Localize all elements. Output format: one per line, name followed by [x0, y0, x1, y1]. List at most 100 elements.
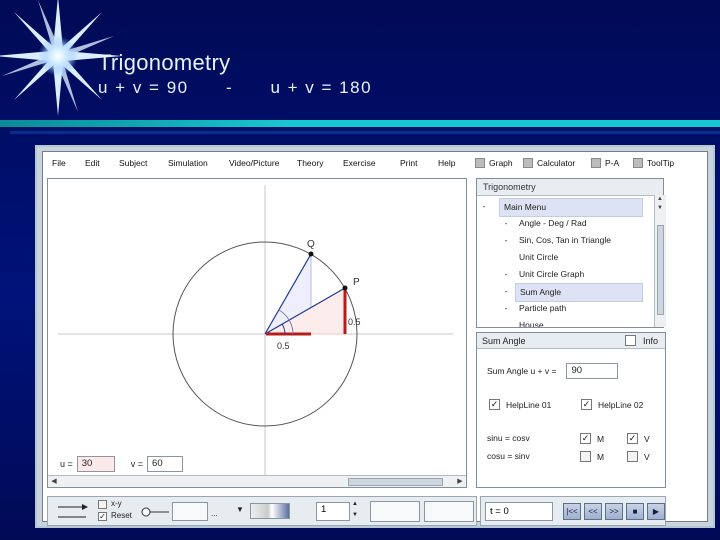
toggle-calculator-checkbox[interactable]	[523, 158, 533, 168]
value-display-1	[370, 501, 420, 522]
menu-print[interactable]: Print	[400, 152, 417, 174]
header-rule	[0, 120, 720, 127]
toggle-calculator[interactable]: Calculator	[523, 157, 575, 169]
stepper-down-icon[interactable]: ▼	[352, 512, 358, 518]
label-sin-value: 0.5	[348, 317, 361, 327]
eq1-m-toggle[interactable]: ✓ M	[580, 433, 604, 444]
list-item-angle[interactable]: - Angle - Deg / Rad	[477, 215, 663, 232]
graph-horizontal-scrollbar[interactable]: ◀ ▶	[48, 475, 466, 487]
list-item-dash: -	[504, 218, 508, 228]
playback-bar: t = 0 |<< << >> ■ ▶	[480, 496, 666, 526]
toggle-pa[interactable]: P-A	[591, 157, 619, 169]
topic-menu-list: Trigonometry - Main Menu - Angle - Deg /…	[476, 178, 664, 328]
list-item-main-menu[interactable]: - Main Menu	[477, 198, 663, 217]
list-item-unit-circle-graph[interactable]: - Unit Circle Graph	[477, 266, 663, 283]
menu-video-picture[interactable]: Video/Picture	[229, 152, 279, 174]
menu-help[interactable]: Help	[438, 152, 455, 174]
rewind-start-button[interactable]: |<<	[563, 503, 581, 520]
graph-panel: Q P 0.5 0.5 u = 30 v = 60 ◀ ▶	[47, 178, 467, 488]
step-forward-button[interactable]: >>	[605, 503, 623, 520]
menu-edit[interactable]: Edit	[85, 152, 100, 174]
helpline2-checkbox[interactable]: ✓	[581, 399, 592, 410]
uv-inputs: u = 30 v = 60	[60, 455, 184, 473]
app-content: File Edit Subject Simulation Video/Pictu…	[42, 151, 708, 526]
list-item-sin-cos-tan[interactable]: - Sin, Cos, Tan in Triangle	[477, 232, 663, 249]
list-item-label: House	[519, 320, 544, 328]
scroll-up-icon[interactable]: ▲	[655, 195, 665, 204]
scroll-left-icon[interactable]: ◀	[49, 477, 59, 487]
chevron-down-icon[interactable]: ▼	[236, 505, 244, 514]
point-q-label: Q	[307, 239, 315, 250]
info-checkbox[interactable]	[625, 335, 636, 346]
menu-file[interactable]: File	[52, 152, 66, 174]
eq1-v-toggle[interactable]: ✓ V	[627, 433, 650, 444]
eq2-label: cosu = sinv	[487, 451, 530, 461]
list-item-label: Unit Circle	[519, 252, 559, 262]
stepper-up-icon[interactable]: ▲	[352, 501, 358, 507]
slider-knob-icon[interactable]	[141, 505, 171, 519]
u-input[interactable]: 30	[76, 456, 115, 472]
list-item-sum-angle[interactable]: - Sum Angle	[477, 283, 663, 302]
helpline1-label: HelpLine 01	[506, 399, 552, 410]
toggle-tooltip[interactable]: ToolTip	[633, 157, 674, 169]
eq1-m-checkbox[interactable]: ✓	[580, 433, 591, 444]
value-display-2	[424, 501, 474, 522]
menu-exercise[interactable]: Exercise	[343, 152, 376, 174]
dots-label: ...	[211, 509, 218, 518]
eq2-m-checkbox[interactable]	[580, 451, 591, 462]
step-input[interactable]: 1	[316, 502, 350, 521]
scroll-thumb[interactable]	[657, 225, 664, 315]
list-item-house[interactable]: House	[477, 317, 663, 328]
list-item-dash: -	[504, 269, 508, 279]
menu-subject[interactable]: Subject	[119, 152, 147, 174]
menu-theory[interactable]: Theory	[297, 152, 323, 174]
panel-title: Sum Angle	[482, 336, 526, 346]
u-label: u =	[60, 459, 73, 469]
stop-button[interactable]: ■	[626, 503, 644, 520]
gradient-swatch[interactable]	[250, 503, 290, 519]
topic-menu-scrollbar[interactable]: ▲ ▼	[654, 195, 666, 327]
list-item-label: Particle path	[519, 303, 567, 313]
list-item-label: Angle - Deg / Rad	[519, 218, 587, 228]
unit-circle-diagram: Q P 0.5 0.5	[58, 185, 453, 475]
sum-angle-input[interactable]: 90	[566, 363, 619, 379]
sum-angle-row: Sum Angle u + v = 90	[487, 363, 619, 379]
list-item-particle-path[interactable]: - Particle path	[477, 300, 663, 317]
toggle-pa-checkbox[interactable]	[591, 158, 601, 168]
menu-simulation[interactable]: Simulation	[168, 152, 208, 174]
helpline2-row[interactable]: ✓ HelpLine 02	[581, 399, 643, 410]
bottom-toolbar: x-y ✓ Reset ... ▼ 1 ▲ ▼	[47, 496, 477, 526]
reset-checkbox[interactable]: ✓	[98, 512, 107, 521]
eq2-v-toggle[interactable]: V	[627, 451, 650, 462]
list-item-unit-circle[interactable]: Unit Circle	[477, 249, 663, 266]
helpline1-row[interactable]: ✓ HelpLine 01	[489, 399, 551, 410]
toggle-calculator-label: Calculator	[537, 158, 576, 168]
eq2-m-toggle[interactable]: M	[580, 451, 604, 462]
step-back-button[interactable]: <<	[584, 503, 602, 520]
xy-checkbox[interactable]	[98, 500, 107, 509]
scroll-down-small-icon[interactable]: ▼	[655, 204, 665, 213]
slide-title: Trigonometry	[98, 50, 231, 75]
header-rule-secondary	[10, 131, 720, 134]
helpline1-checkbox[interactable]: ✓	[489, 399, 500, 410]
scroll-right-icon[interactable]: ▶	[455, 477, 465, 487]
toggle-graph[interactable]: Graph	[475, 157, 513, 169]
v-input[interactable]: 60	[147, 456, 184, 472]
sum-angle-label: Sum Angle u + v =	[487, 366, 557, 376]
eq2-v-checkbox[interactable]	[627, 451, 638, 462]
eq1-v-checkbox[interactable]: ✓	[627, 433, 638, 444]
point-p-marker[interactable]	[342, 285, 348, 291]
toggle-tooltip-checkbox[interactable]	[633, 158, 643, 168]
point-p-label: P	[353, 277, 360, 288]
scroll-thumb[interactable]	[348, 478, 443, 486]
point-q-marker[interactable]	[308, 251, 314, 257]
toggle-graph-checkbox[interactable]	[475, 158, 485, 168]
slide-subtitle: u + v = 90 - u + v = 180	[98, 78, 373, 97]
list-item-dash: -	[482, 201, 486, 211]
sum-angle-panel: Sum Angle Info Sum Angle u + v = 90 ✓ He…	[476, 332, 666, 488]
helpline2-label: HelpLine 02	[598, 399, 644, 410]
topic-menu-header: Trigonometry	[477, 179, 663, 196]
play-button[interactable]: ▶	[647, 503, 665, 520]
color-field[interactable]	[172, 502, 208, 521]
info-label: Info	[643, 336, 659, 346]
